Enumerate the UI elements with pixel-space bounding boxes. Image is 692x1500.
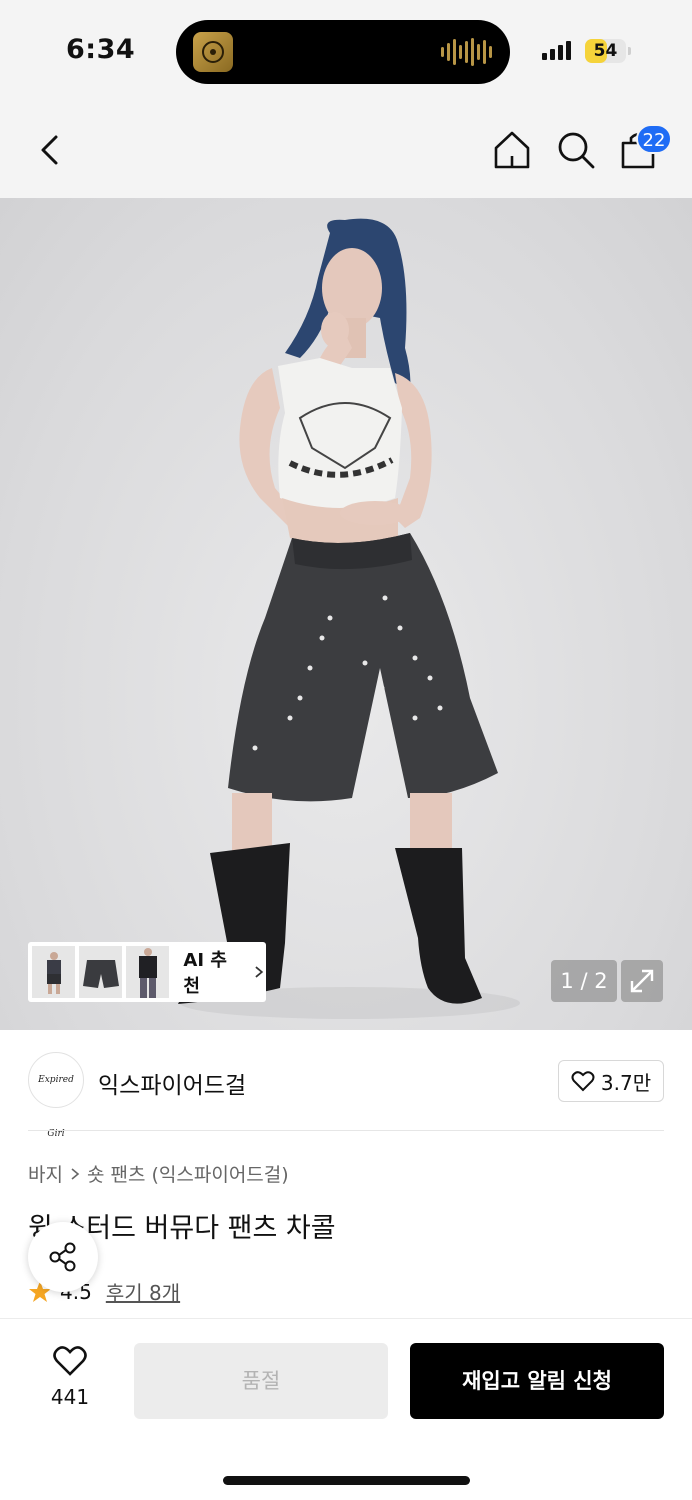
brand-logo[interactable]: Expired Girl xyxy=(28,1052,84,1139)
status-bar: 6:34 54 xyxy=(0,0,692,104)
brand-name[interactable]: 익스파이어드걸 xyxy=(98,1066,246,1100)
search-icon[interactable] xyxy=(554,128,598,172)
cart-count-badge: 22 xyxy=(636,124,672,154)
brand-like-button[interactable]: 3.7만 xyxy=(558,1060,664,1102)
product-like-count: 441 xyxy=(50,1385,90,1409)
breadcrumb-category[interactable]: 바지 xyxy=(28,1160,63,1187)
product-photo-model xyxy=(178,218,520,1019)
restock-alert-button[interactable]: 재입고 알림 신청 xyxy=(410,1343,664,1419)
ai-recommendation-strip[interactable]: AI 추천 xyxy=(28,942,266,1002)
heart-outline-icon xyxy=(571,1071,595,1092)
cellular-signal-icon xyxy=(542,40,571,60)
clock: 6:34 xyxy=(66,34,136,65)
heart-outline-icon xyxy=(53,1346,87,1376)
home-indicator xyxy=(223,1476,470,1485)
expand-image-button[interactable] xyxy=(621,960,663,1002)
share-icon xyxy=(49,1242,76,1272)
divider xyxy=(28,1130,664,1131)
audio-wave-icon xyxy=(441,38,492,66)
battery-level: 54 xyxy=(593,41,618,61)
ai-thumbnail-3[interactable] xyxy=(126,946,170,998)
expand-icon xyxy=(630,969,654,993)
soldout-button: 품절 xyxy=(134,1343,388,1419)
home-icon[interactable] xyxy=(490,128,534,172)
ai-recommendation-label: AI 추천 xyxy=(183,950,227,997)
top-navigation: 22 xyxy=(0,104,692,198)
image-page-counter: 1 / 2 xyxy=(551,960,617,1002)
brand-like-count: 3.7만 xyxy=(600,1070,652,1095)
chevron-right-icon xyxy=(71,1167,80,1180)
reviews-link[interactable]: 후기 8개 xyxy=(106,1277,180,1306)
ai-thumbnail-1[interactable] xyxy=(32,946,76,998)
product-like-button[interactable]: 441 xyxy=(40,1345,100,1409)
battery-indicator: 54 xyxy=(585,39,626,63)
brand-row[interactable]: Expired Girl 익스파이어드걸 3.7만 xyxy=(0,1030,692,1139)
share-button[interactable] xyxy=(28,1222,98,1292)
dynamic-island[interactable] xyxy=(176,20,510,84)
bottom-action-bar: 441 품절 재입고 알림 신청 xyxy=(0,1318,692,1500)
breadcrumb: 바지 숏 팬츠 (익스파이어드걸) xyxy=(28,1160,289,1187)
back-arrow-icon[interactable] xyxy=(30,130,70,170)
breadcrumb-subcategory[interactable]: 숏 팬츠 (익스파이어드걸) xyxy=(87,1160,289,1187)
battery-cap xyxy=(628,47,631,55)
chevron-right-icon xyxy=(255,966,264,978)
ai-thumbnail-2[interactable] xyxy=(79,946,123,998)
now-playing-app-icon xyxy=(193,32,233,72)
product-image-gallery[interactable]: AI 추천 1 / 2 xyxy=(0,198,692,1030)
